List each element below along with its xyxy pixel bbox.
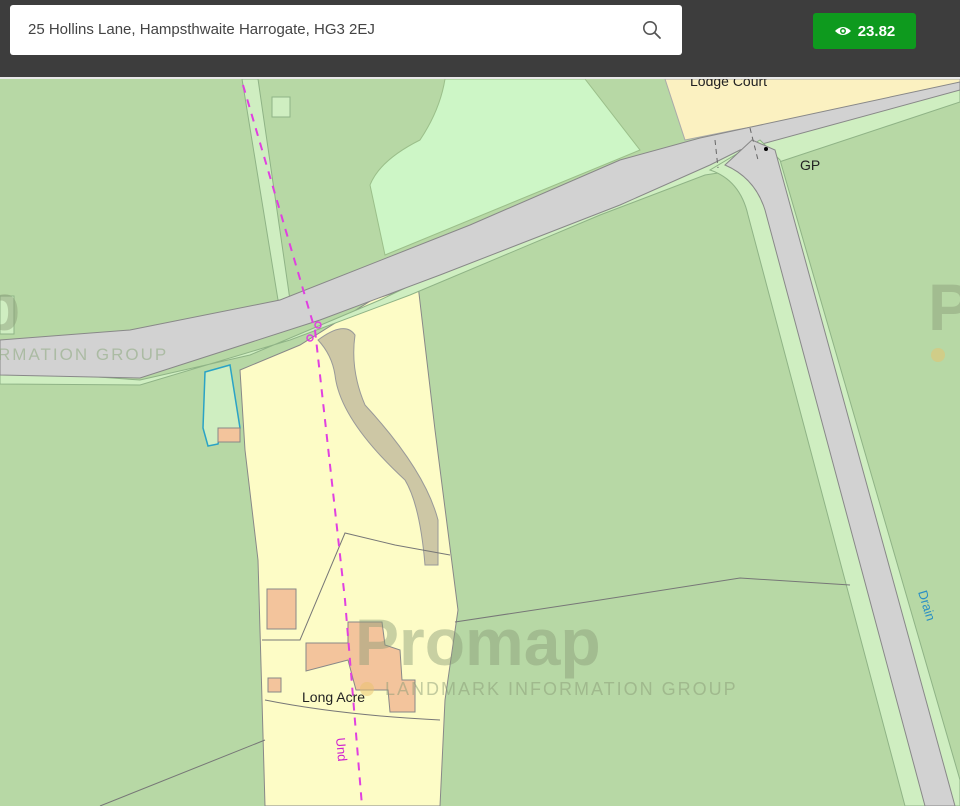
building-2 — [267, 677, 282, 693]
map-canvas: RMATION GROUP Promap LANDMARK INFORMATIO… — [0, 79, 960, 806]
search-box[interactable]: 25 Hollins Lane, Hampsthwaite Harrogate,… — [10, 5, 682, 55]
watermark-left-partial: RMATION GROUP — [0, 345, 168, 364]
search-input[interactable]: 25 Hollins Lane, Hampsthwaite Harrogate,… — [28, 5, 628, 55]
watermark-right-partial: P — [928, 270, 960, 344]
outbuilding-small — [217, 427, 241, 443]
label-lodge-court: Lodge Court — [690, 79, 767, 89]
eye-icon — [834, 27, 851, 35]
watermark-dot-right — [931, 348, 945, 362]
small-square-plot — [271, 96, 291, 118]
search-icon[interactable] — [642, 20, 662, 40]
views-badge[interactable]: 23.82 — [813, 13, 916, 49]
map-viewport[interactable]: RMATION GROUP Promap LANDMARK INFORMATIO… — [0, 79, 960, 806]
watermark-left-brand: p — [0, 270, 20, 344]
label-gp: GP — [800, 157, 820, 173]
top-bar: 25 Hollins Lane, Hampsthwaite Harrogate,… — [0, 0, 960, 77]
gp-marker — [764, 147, 768, 151]
building-1 — [266, 588, 297, 630]
label-long-acre: Long Acre — [302, 689, 365, 705]
label-und: Und — [333, 737, 350, 762]
watermark-brand: Promap — [355, 605, 601, 679]
views-value: 23.82 — [857, 22, 896, 40]
watermark-tagline: LANDMARK INFORMATION GROUP — [385, 679, 738, 699]
